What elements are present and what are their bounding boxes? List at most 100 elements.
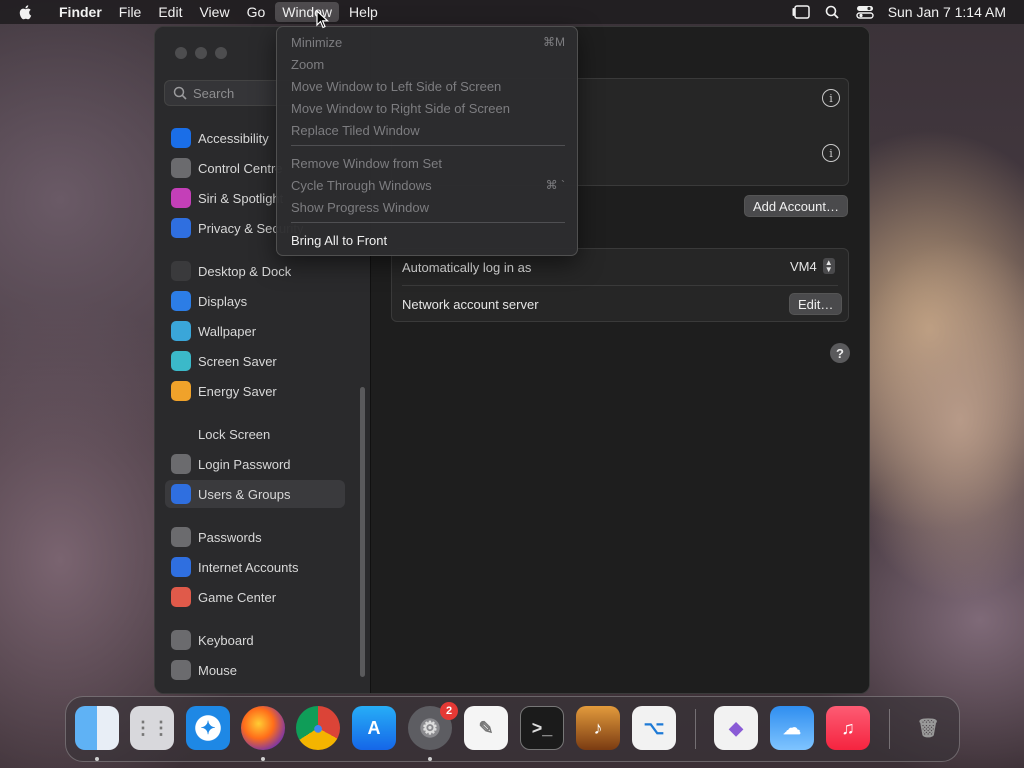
dock-icon[interactable]: ◆ [714, 706, 758, 750]
menu-help[interactable]: Help [342, 2, 385, 22]
notification-badge: 2 [440, 702, 458, 720]
window-menu-item[interactable]: Replace Tiled Window [283, 119, 573, 141]
dock-icon[interactable]: ♪ [576, 706, 620, 750]
window-menu-item[interactable]: Bring All to Front [283, 229, 573, 251]
sidebar-item-label: Desktop & Dock [198, 263, 292, 279]
group-info-icon[interactable]: i [822, 144, 840, 162]
sidebar-item-icon [171, 321, 191, 341]
sidebar-item-icon [171, 557, 191, 577]
auto-login-popup[interactable]: VM4 ▲ ▼ [790, 258, 835, 274]
sidebar-item[interactable]: Lock Screen [165, 420, 345, 448]
sidebar-item[interactable]: Users & Groups [165, 480, 345, 508]
sidebar-item[interactable]: Displays [165, 287, 345, 315]
search-placeholder: Search [193, 85, 235, 101]
sidebar-item[interactable]: Desktop & Dock [165, 257, 345, 285]
menu-bar-clock[interactable]: Sun Jan 7 1:14 AM [888, 4, 1006, 20]
dock-icon[interactable]: ♫ [826, 706, 870, 750]
sidebar-item[interactable]: Passwords [165, 523, 345, 551]
close-window-button[interactable] [175, 47, 187, 59]
sidebar-item-label: Screen Saver [198, 353, 277, 369]
window-menu-item[interactable]: Show Progress Window [283, 196, 573, 218]
sidebar-item-icon [171, 630, 191, 650]
window-menu-item[interactable]: Move Window to Right Side of Screen [283, 97, 573, 119]
network-server-edit-button[interactable]: Edit… [789, 293, 843, 315]
dock-icon[interactable]: ⌥ [632, 706, 676, 750]
sidebar-item-label: Lock Screen [198, 426, 271, 442]
menu-go[interactable]: Go [240, 2, 273, 22]
sidebar-item-label: Users & Groups [198, 486, 291, 502]
menu-edit[interactable]: Edit [151, 2, 189, 22]
dock-icon[interactable]: ✦ [186, 706, 230, 750]
menu-item-shortcut: ⌘ ` [545, 178, 565, 192]
sidebar-item-icon [171, 587, 191, 607]
menu-item-label: Remove Window from Set [291, 155, 442, 171]
sidebar-item-icon [171, 158, 191, 178]
sidebar-item[interactable]: Wallpaper [165, 317, 345, 345]
sidebar-item-icon [171, 484, 191, 504]
dock-running-indicator [95, 757, 99, 761]
help-button[interactable]: ? [830, 343, 850, 363]
menu-bar: Finder File Edit View Go Window Help Sun… [0, 0, 1024, 24]
sidebar-item-icon [171, 291, 191, 311]
menu-app-name[interactable]: Finder [52, 2, 109, 22]
window-menu-item[interactable]: Move Window to Left Side of Screen [283, 75, 573, 97]
menu-file[interactable]: File [112, 2, 149, 22]
stage-manager-icon[interactable] [792, 5, 810, 19]
control-center-icon[interactable] [855, 5, 874, 19]
dock-running-indicator [261, 757, 265, 761]
sidebar-item[interactable]: Mouse [165, 656, 345, 684]
sidebar-item-label: Game Center [198, 589, 277, 605]
dock-icon[interactable]: ⚙ 2 [408, 702, 458, 750]
menu-separator [291, 145, 565, 146]
window-menu-item[interactable]: Remove Window from Set [283, 152, 573, 174]
sidebar-item-label: Displays [198, 293, 248, 309]
window-menu-item[interactable]: Zoom [283, 53, 573, 75]
sidebar-item-icon [171, 660, 191, 680]
search-icon [173, 86, 187, 100]
dock-icon[interactable]: ● [296, 706, 340, 750]
sidebar-item-icon [171, 454, 191, 474]
menu-item-label: Minimize [291, 34, 343, 50]
sidebar-item[interactable]: Keyboard [165, 626, 345, 654]
dock-icon[interactable] [241, 706, 285, 750]
menu-item-shortcut: ⌘M [543, 35, 565, 49]
dock-icon[interactable] [75, 706, 119, 750]
sidebar-item[interactable]: Login Password [165, 450, 345, 478]
sidebar-item[interactable]: Energy Saver [165, 377, 345, 405]
user-info-icon[interactable]: i [822, 89, 840, 107]
sidebar-item-icon [171, 527, 191, 547]
apple-icon[interactable] [18, 4, 34, 20]
dock-icon[interactable]: A [352, 706, 396, 750]
menu-item-label: Replace Tiled Window [291, 122, 420, 138]
sidebar-item[interactable]: Game Center [165, 583, 345, 611]
sidebar-item-icon [171, 424, 191, 444]
popup-arrows-icon: ▲ ▼ [822, 258, 835, 274]
sidebar-item-icon [171, 188, 191, 208]
dock: ⋮⋮ ✦ ● A ⚙ 2 ✎ >_ ♪ ⌥ ◆ ☁ ♫ 🗑 [65, 696, 960, 762]
sidebar-scrollbar[interactable] [360, 387, 365, 677]
dock-icon[interactable]: ☁ [770, 706, 814, 750]
window-menu-item[interactable]: Minimize ⌘M [283, 31, 573, 53]
add-account-button[interactable]: Add Account… [744, 195, 848, 217]
dock-icon[interactable]: ✎ [464, 706, 508, 750]
menu-separator [291, 222, 565, 223]
dock-icon[interactable]: 🗑 [906, 706, 950, 750]
minimize-window-button[interactable] [195, 47, 207, 59]
sidebar-item-icon [171, 351, 191, 371]
dock-icon[interactable]: ⋮⋮ [130, 706, 174, 750]
dock-separator [695, 709, 696, 749]
zoom-window-button[interactable] [215, 47, 227, 59]
sidebar-item-label: Siri & Spotlight [198, 190, 284, 206]
sidebar-item-label: Keyboard [198, 632, 254, 648]
menu-item-label: Zoom [291, 56, 325, 72]
spotlight-icon[interactable] [824, 5, 842, 19]
menu-item-label: Move Window to Right Side of Screen [291, 100, 510, 116]
sidebar-item[interactable]: Screen Saver [165, 347, 345, 375]
menu-view[interactable]: View [192, 2, 236, 22]
mouse-cursor-icon [316, 10, 330, 29]
auto-login-label: Automatically log in as [402, 259, 532, 275]
sidebar-item[interactable]: Internet Accounts [165, 553, 345, 581]
network-server-label: Network account server [402, 296, 539, 312]
dock-icon[interactable]: >_ [520, 706, 564, 750]
window-menu-item[interactable]: Cycle Through Windows ⌘ ` [283, 174, 573, 196]
